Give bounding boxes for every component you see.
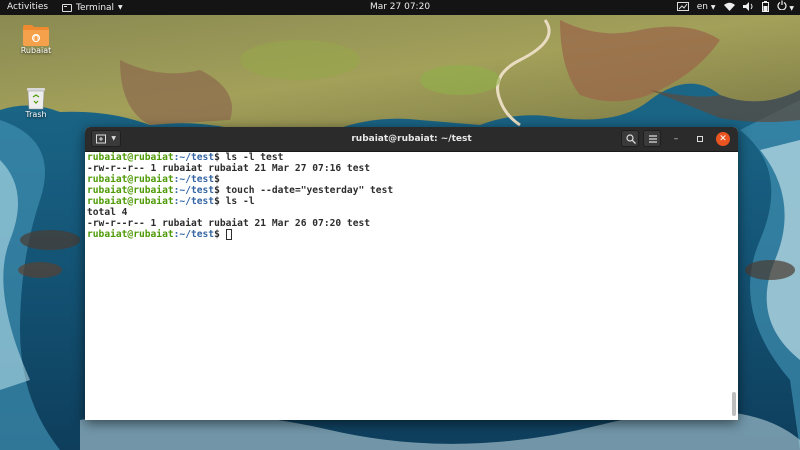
prompt-path: :~/test <box>173 152 215 163</box>
language-label: en <box>696 2 708 12</box>
prompt-path: :~/test <box>173 196 215 207</box>
language-indicator[interactable]: en ▼ <box>697 0 716 15</box>
trash-icon <box>26 86 46 110</box>
volume-icon[interactable] <box>742 1 754 14</box>
activities-button[interactable]: Activities <box>7 0 48 15</box>
window-title: rubaiat@rubaiat: ~/test <box>351 134 472 144</box>
maximize-button[interactable] <box>693 132 707 146</box>
terminal-line: -rw-r--r-- 1 rubaiat rubaiat 21 Mar 26 0… <box>87 218 371 229</box>
terminal-line: rubaiat@rubaiat:~/test$ ls -l test <box>87 152 283 163</box>
command-text: $ touch --date="yesterday" test <box>214 185 394 196</box>
prompt-user: rubaiat@rubaiat <box>87 229 174 240</box>
top-bar: Activities Terminal ▼ Mar 27 07:20 en ▼ … <box>0 0 800 15</box>
minimize-button[interactable]: – <box>669 132 683 146</box>
system-tray: en ▼ ▼ <box>676 0 794 16</box>
command-text: $ ls -l <box>214 196 255 207</box>
screen-icon[interactable] <box>676 1 689 14</box>
terminal-line: rubaiat@rubaiat:~/test$ <box>87 174 220 185</box>
hamburger-icon <box>649 135 657 143</box>
terminal-line: total 4 <box>87 207 128 218</box>
terminal-headerbar[interactable]: ▼ rubaiat@rubaiat: ~/test – ✕ <box>85 127 738 152</box>
prompt-path: :~/test <box>173 174 215 185</box>
terminal-icon <box>62 3 72 12</box>
close-icon: ✕ <box>719 134 727 144</box>
scrollbar-thumb[interactable] <box>732 392 736 416</box>
prompt-user: rubaiat@rubaiat <box>87 152 174 163</box>
menu-button[interactable] <box>643 130 661 147</box>
command-text: $ <box>214 174 220 185</box>
folder-icon <box>23 24 49 46</box>
app-menu-button[interactable]: Terminal ▼ <box>62 0 123 15</box>
terminal-line: -rw-r--r-- 1 rubaiat rubaiat 21 Mar 27 0… <box>87 163 371 174</box>
search-button[interactable] <box>621 130 639 147</box>
maximize-icon <box>697 136 703 142</box>
chevron-down-icon: ▼ <box>710 4 716 11</box>
prompt-user: rubaiat@rubaiat <box>87 196 174 207</box>
desktop-icon-home-folder[interactable]: Rubaiat <box>16 24 56 55</box>
text-cursor <box>225 229 232 240</box>
desktop-icon-label: Trash <box>25 110 47 119</box>
wifi-icon[interactable] <box>723 2 735 14</box>
power-icon[interactable]: ▼ <box>776 0 794 16</box>
prompt-user: rubaiat@rubaiat <box>87 174 174 185</box>
desktop-icon-trash[interactable]: Trash <box>16 86 56 119</box>
search-icon <box>626 134 636 144</box>
chevron-down-icon: ▼ <box>789 4 794 12</box>
chevron-down-icon: ▼ <box>118 4 123 11</box>
clock-button[interactable]: Mar 27 07:20 <box>370 2 430 12</box>
terminal-line: rubaiat@rubaiat:~/test$ <box>87 229 232 240</box>
command-text: $ ls -l test <box>214 152 284 163</box>
terminal-window: ▼ rubaiat@rubaiat: ~/test – ✕ rubaiat@ru… <box>85 127 738 420</box>
terminal-output[interactable]: rubaiat@rubaiat:~/test$ ls -l test -rw-r… <box>85 152 738 420</box>
battery-icon[interactable] <box>761 0 769 15</box>
terminal-line: rubaiat@rubaiat:~/test$ ls -l <box>87 196 255 207</box>
desktop-icon-label: Rubaiat <box>20 46 52 55</box>
prompt-user: rubaiat@rubaiat <box>87 185 174 196</box>
close-button[interactable]: ✕ <box>716 132 730 146</box>
app-menu-label: Terminal <box>76 2 115 13</box>
prompt-path: :~/test <box>173 185 215 196</box>
terminal-line: rubaiat@rubaiat:~/test$ touch --date="ye… <box>87 185 393 196</box>
prompt-path: :~/test <box>173 229 215 240</box>
command-text: $ <box>214 229 226 240</box>
minimize-icon: – <box>673 134 679 144</box>
